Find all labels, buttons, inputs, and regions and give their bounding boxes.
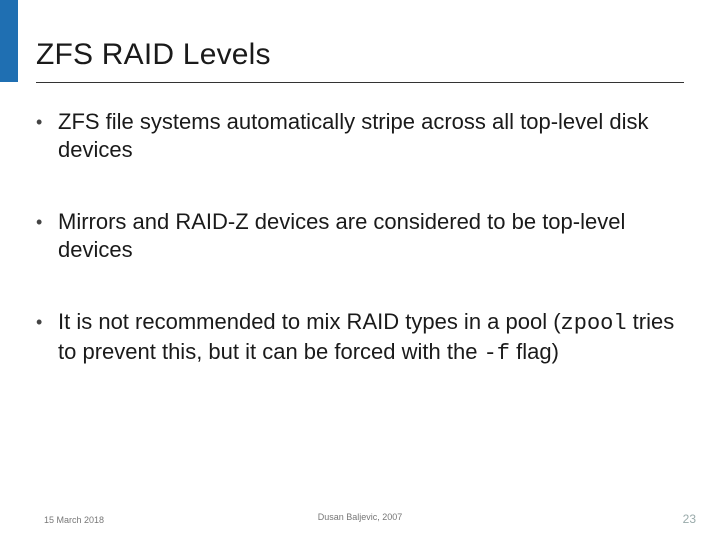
bullet-text: It is not recommended to mix RAID types … (58, 308, 684, 368)
bullet-code2: -f (484, 341, 510, 366)
slide-title: ZFS RAID Levels (36, 38, 271, 72)
bullet-item: • ZFS file systems automatically stripe … (36, 108, 684, 166)
bullet-code1: zpool (561, 311, 627, 336)
title-rule (36, 82, 684, 83)
slide: ZFS RAID Levels • ZFS file systems autom… (0, 0, 720, 540)
bullet-text: ZFS file systems automatically stripe ac… (58, 108, 684, 166)
bullet-post: flag) (510, 339, 559, 364)
bullet-pre: ZFS file systems automatically stripe ac… (58, 109, 649, 162)
bullet-pre: It is not recommended to mix RAID types … (58, 309, 561, 334)
bullet-item: • It is not recommended to mix RAID type… (36, 308, 684, 368)
bullet-text: Mirrors and RAID-Z devices are considere… (58, 208, 684, 266)
bullet-dot-icon: • (36, 308, 58, 336)
bullet-dot-icon: • (36, 108, 58, 136)
footer-author: Dusan Baljevic, 2007 (0, 512, 720, 522)
footer: 15 March 2018 Dusan Baljevic, 2007 23 (0, 512, 720, 526)
slide-body: • ZFS file systems automatically stripe … (36, 108, 684, 410)
bullet-pre: Mirrors and RAID-Z devices are considere… (58, 209, 625, 262)
bullet-item: • Mirrors and RAID-Z devices are conside… (36, 208, 684, 266)
accent-bar (0, 0, 18, 82)
bullet-dot-icon: • (36, 208, 58, 236)
